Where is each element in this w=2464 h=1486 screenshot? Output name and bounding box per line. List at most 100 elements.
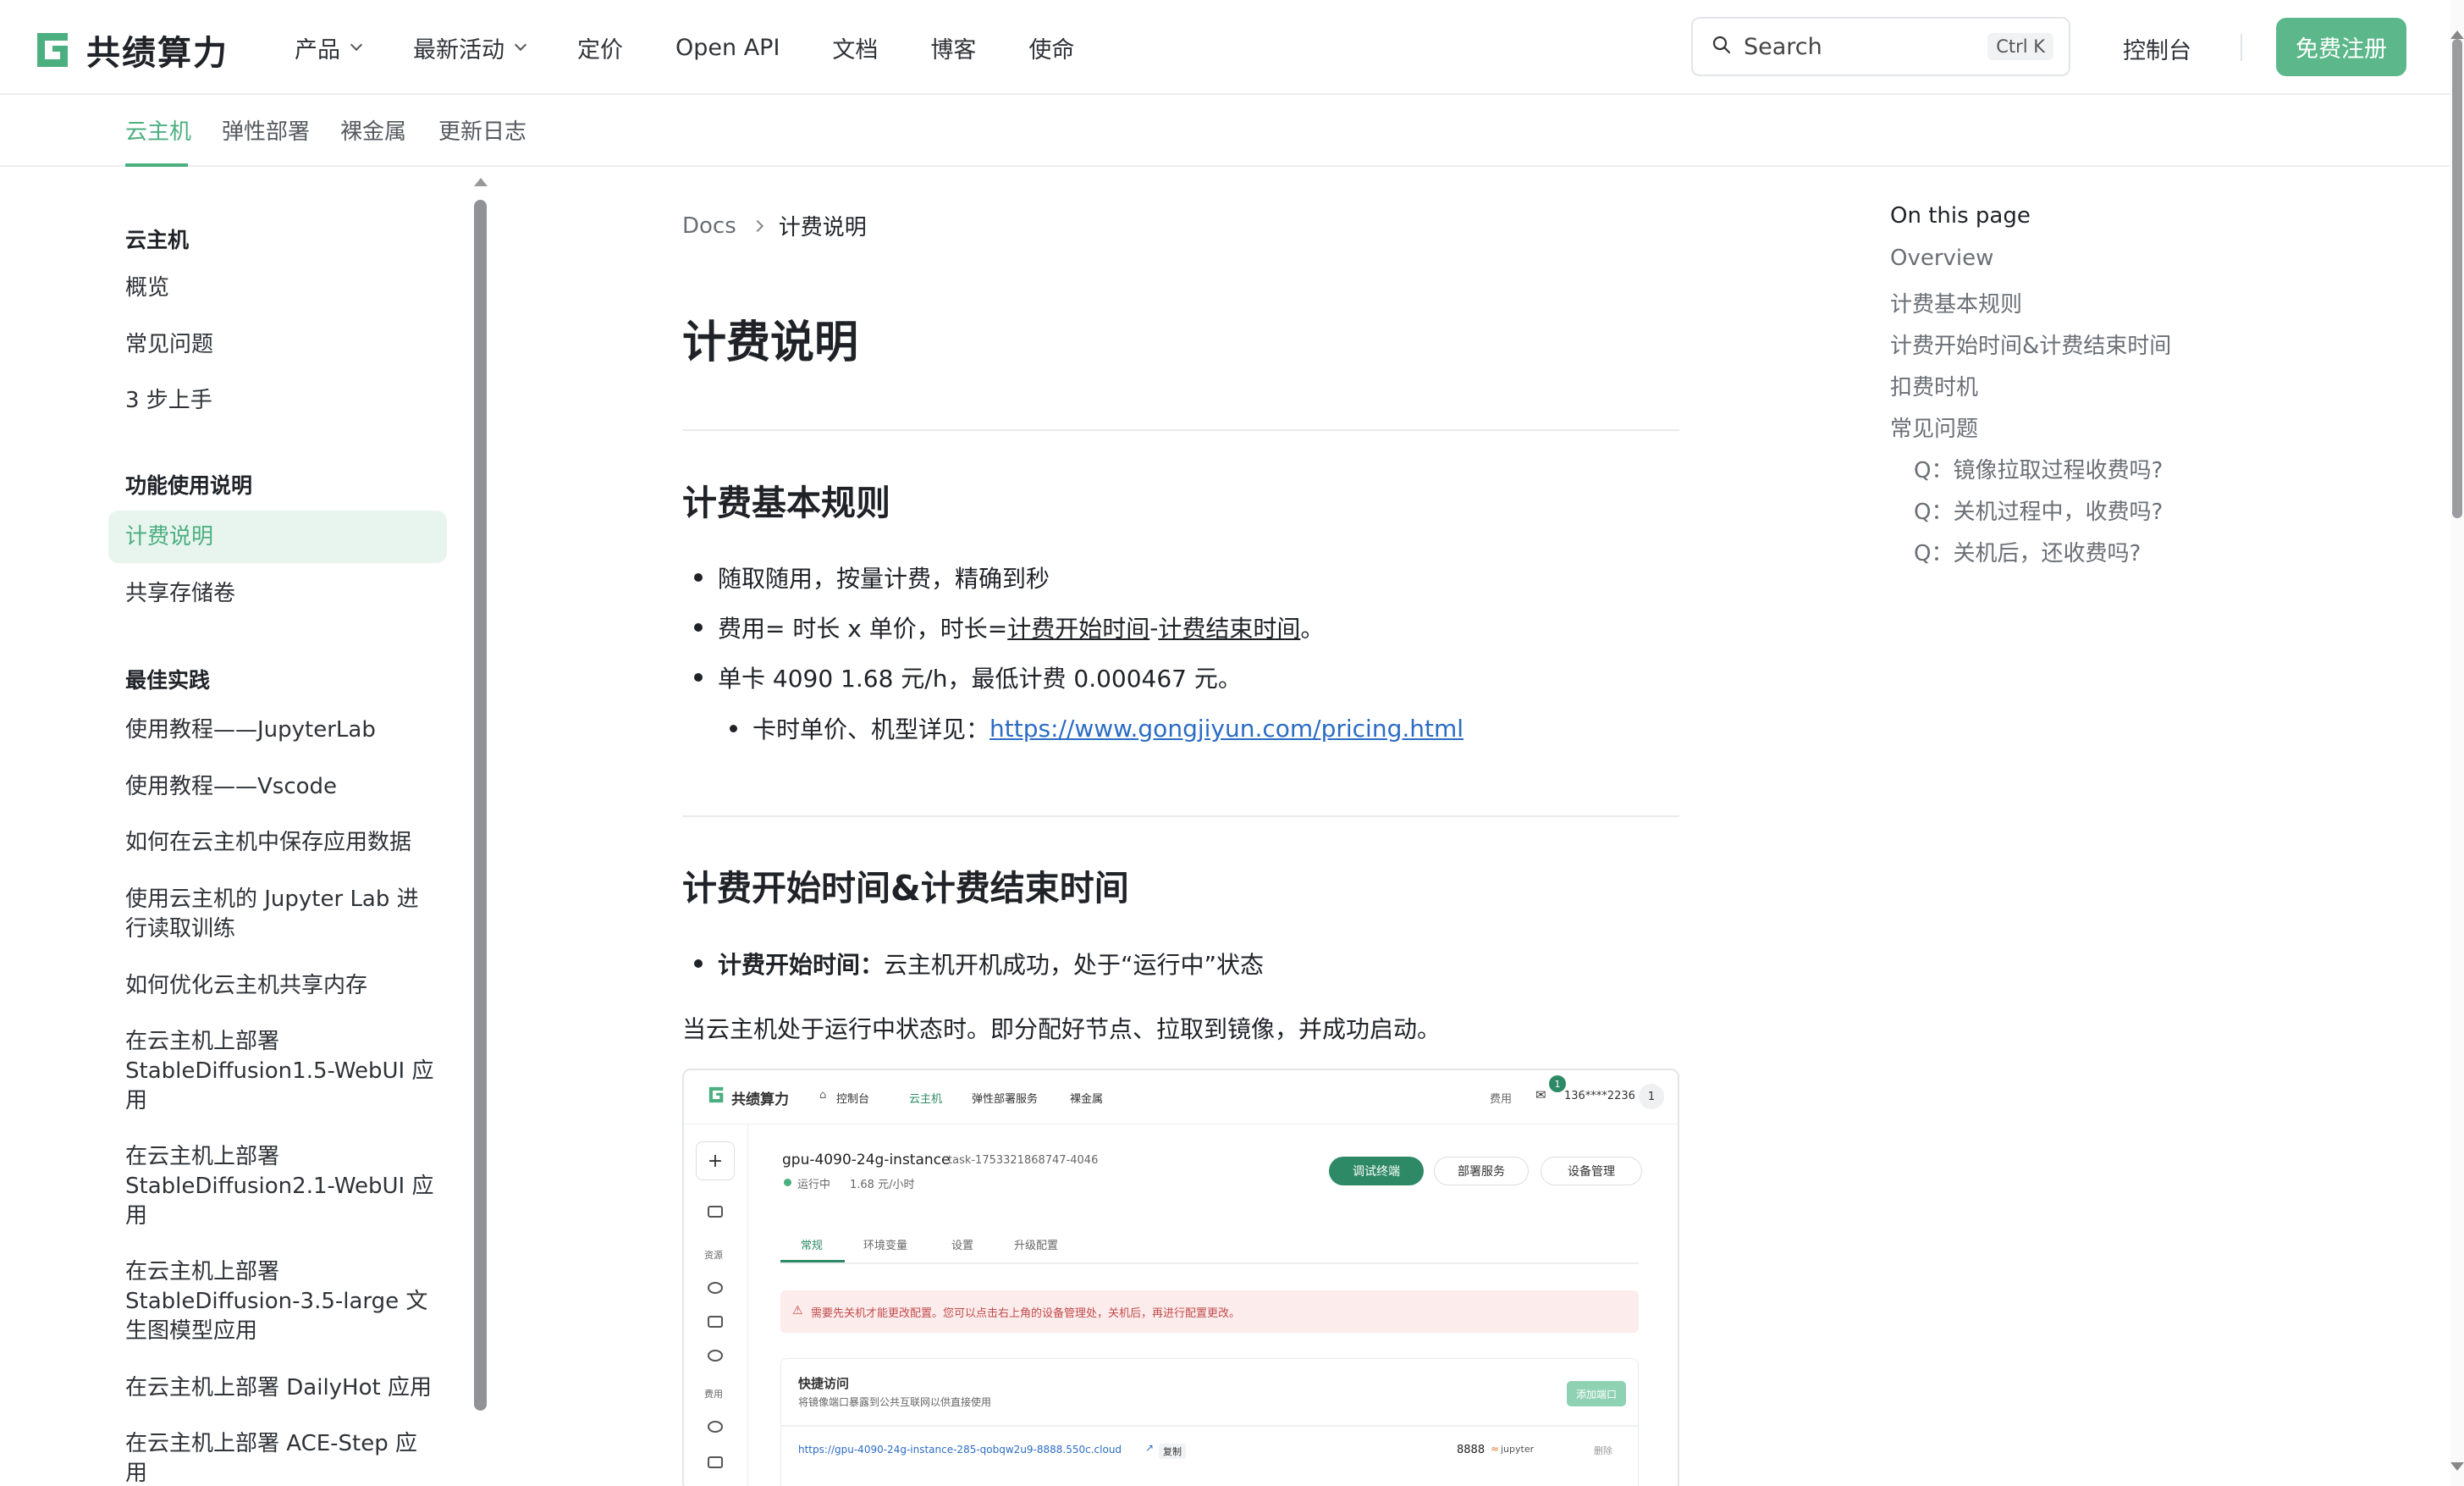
search-box[interactable]: Search Ctrl K (1691, 17, 2070, 76)
scrollbar-thumb[interactable] (2452, 39, 2462, 518)
logo-icon (708, 1086, 724, 1103)
list-item: 卡时单价、机型详见： https://www.gongjiyun.com/pric… (730, 711, 1464, 745)
warning-text: 需要先关机才能更改配置。您可以点击右上角的设备管理处，关机后，再进行配置更改。 (811, 1306, 1241, 1320)
list-item: 计费开始时间： 云主机开机成功，处于“运行中”状态 (694, 947, 1264, 981)
screenshot-tab: 常规 (801, 1240, 824, 1252)
debug-terminal-button: 调试终端 (1329, 1157, 1424, 1185)
search-icon (1712, 35, 1732, 58)
avatar: 1 (1639, 1084, 1664, 1109)
sidebar-item-overview[interactable]: 概览 (125, 273, 438, 303)
chevron-down-icon (514, 38, 527, 52)
home-icon: ⌂ (819, 1089, 827, 1102)
sidebar-item-vscode[interactable]: 使用教程——Vscode (125, 772, 438, 802)
nav-item-open-api[interactable]: Open API (675, 35, 780, 61)
sidebar-item-sd35[interactable]: 在云主机上部署 StableDiffusion-3.5-large 文生图模型应… (125, 1257, 438, 1346)
subtab-elastic-deploy[interactable]: 弹性部署 (222, 114, 310, 146)
toc-item-q-image-pull[interactable]: Q：镜像拉取过程收费吗? (1914, 453, 2163, 484)
sidebar-item-jupyter-training[interactable]: 使用云主机的 Jupyter Lab 进行读取训练 (125, 885, 438, 944)
logo-icon (34, 30, 74, 70)
sidebar-item-ace-step[interactable]: 在云主机上部署 ACE-Step 应用 (125, 1429, 438, 1486)
scroll-up-icon[interactable] (2450, 30, 2464, 39)
sidebar-item-billing[interactable]: 计费说明 (125, 522, 438, 552)
sidebar-item-jupyterlab[interactable]: 使用教程——JupyterLab (125, 715, 438, 745)
app-name: jupyter (1501, 1444, 1535, 1455)
section-heading: 计费基本规则 (682, 483, 890, 523)
top-navbar: 共绩算力 产品 最新活动 定价 Open API 文档 博客 使命 Search… (0, 0, 2450, 95)
toc-item-deduction[interactable]: 扣费时机 (1890, 370, 1978, 401)
nav-item-activities[interactable]: 最新活动 (413, 31, 527, 64)
breadcrumb-docs[interactable]: Docs (682, 213, 736, 239)
brand-logo[interactable]: 共绩算力 (34, 25, 229, 75)
nav-item-blog[interactable]: 博客 (930, 31, 976, 64)
sidebar-item-save-data[interactable]: 如何在云主机中保存应用数据 (125, 828, 438, 858)
subtab-changelog[interactable]: 更新日志 (438, 114, 526, 146)
screenshot-tab: 环境变量 (863, 1240, 908, 1252)
scroll-down-icon[interactable] (2450, 1462, 2464, 1471)
sidebar-section-title: 最佳实践 (125, 668, 211, 693)
sidebar-item-sd15[interactable]: 在云主机上部署 StableDiffusion1.5-WebUI 应用 (125, 1027, 438, 1116)
list-item-text: 卡时单价、机型详见： (752, 715, 990, 743)
billing-start-link[interactable]: 计费开始时间 (1007, 610, 1149, 644)
nav-label: 文档 (832, 36, 879, 64)
nav-item-docs[interactable]: 文档 (832, 31, 878, 64)
sidebar-item-quickstart[interactable]: 3 步上手 (125, 386, 438, 416)
card-subtitle: 将镜像端口暴露到公共互联网以供直接使用 (798, 1396, 992, 1408)
list-item-text: 单卡 4090 1.68 元/h，最低计费 0.000467 元。 (718, 665, 1242, 693)
signup-button[interactable]: 免费注册 (2276, 18, 2406, 76)
toc-item-basic-rules[interactable]: 计费基本规则 (1890, 287, 2022, 318)
screenshot-nav-elastic: 弹性部署服务 (972, 1093, 1039, 1106)
list-item-text: 费用= 时长 x 单价，时长= (718, 615, 1008, 643)
share-icon (708, 1421, 723, 1433)
toc-title: On this page (1890, 203, 2031, 229)
section-heading: 计费开始时间&计费结束时间 (682, 868, 1129, 909)
list-item: 单卡 4090 1.68 元/h，最低计费 0.000467 元。 (694, 660, 1242, 694)
sidebar-section-title: 云主机 (125, 228, 190, 252)
search-shortcut: Ctrl K (1987, 33, 2053, 60)
nav-label: 定价 (577, 36, 623, 64)
screenshot-tab: 升级配置 (1014, 1240, 1059, 1252)
sidebar-item-shared-memory[interactable]: 如何优化云主机共享内存 (125, 971, 438, 1001)
toc-item-start-end[interactable]: 计费开始时间&计费结束时间 (1890, 329, 2171, 360)
nav-label: 博客 (930, 36, 977, 64)
toc-item-overview[interactable]: Overview (1890, 246, 1993, 271)
nav-item-pricing[interactable]: 定价 (577, 31, 623, 64)
server-icon (708, 1206, 723, 1218)
toc-item-q-after-shutdown[interactable]: Q：关机后，还收费吗? (1914, 536, 2141, 567)
sidebar-item-sd21[interactable]: 在云主机上部署 StableDiffusion2.1-WebUI 应用 (125, 1142, 438, 1231)
sidebar-item-faq[interactable]: 常见问题 (125, 330, 438, 360)
warning-banner: ⚠ 需要先关机才能更改配置。您可以点击右上角的设备管理处，关机后，再进行配置更改… (780, 1290, 1639, 1333)
dash-text: - (1149, 613, 1159, 642)
breadcrumb-current: 计费说明 (778, 215, 867, 240)
screenshot-fee: 费用 (1490, 1093, 1513, 1106)
toc-item-q-shutdown-process[interactable]: Q：关机过程中，收费吗? (1914, 494, 2163, 526)
side-label: 资源 (704, 1250, 723, 1261)
list-item: 费用= 时长 x 单价，时长= 计费开始时间 - 计费结束时间。 (694, 610, 1324, 644)
nav-label: 使命 (1028, 36, 1075, 64)
deploy-service-button: 部署服务 (1434, 1157, 1529, 1185)
product-subnav: 云主机 弹性部署 裸金属 更新日志 (0, 96, 2450, 167)
page-scrollbar[interactable] (2450, 0, 2464, 1486)
notification-badge: 1 (1549, 1075, 1566, 1092)
nav-label: Open API (675, 34, 780, 61)
screenshot-user: 136****2236 (1564, 1090, 1635, 1102)
subtab-cloud-host[interactable]: 云主机 (125, 114, 191, 146)
billing-end-link[interactable]: 计费结束时间 (1158, 610, 1300, 644)
brand-name: 共绩算力 (86, 34, 229, 73)
nav-item-mission[interactable]: 使命 (1028, 31, 1074, 64)
subtab-bare-metal[interactable]: 裸金属 (340, 114, 406, 146)
sidebar-item-dailyhot[interactable]: 在云主机上部署 DailyHot 应用 (125, 1373, 438, 1403)
console-link[interactable]: 控制台 (2123, 32, 2191, 65)
plus-icon: + (696, 1141, 735, 1180)
sidebar-item-shared-storage[interactable]: 共享存储卷 (125, 579, 438, 609)
screenshot-topbar: 共绩算力 ⌂ 控制台 云主机 弹性部署服务 裸金属 费用 ✉ 1 136****… (684, 1070, 1678, 1124)
price-text: 1.68 元/小时 (850, 1179, 915, 1191)
list-item-text: 随取随用，按量计费，精确到秒 (718, 565, 1050, 593)
sidebar-scroll-up-icon[interactable] (474, 178, 488, 186)
copy-button: 复制 (1159, 1444, 1186, 1459)
toc-item-faq[interactable]: 常见问题 (1890, 412, 1978, 443)
nav-item-products[interactable]: 产品 (295, 31, 363, 64)
pricing-link[interactable]: https://www.gongjiyun.com/pricing.html (989, 715, 1464, 743)
active-tab-indicator (125, 163, 188, 167)
port-number: 8888 (1457, 1444, 1486, 1456)
sidebar-scrollbar[interactable] (474, 200, 487, 1411)
